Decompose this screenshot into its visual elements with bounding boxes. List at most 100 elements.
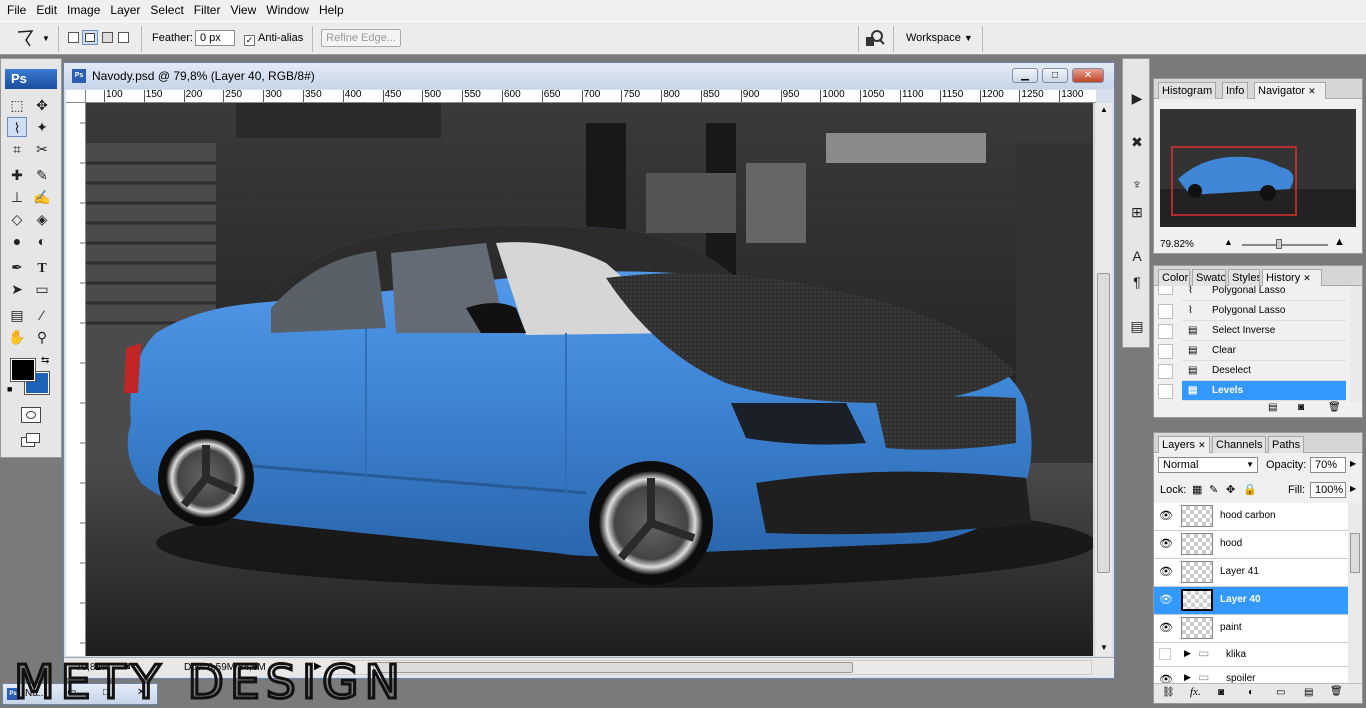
- vertical-scrollbar[interactable]: ▲ ▼: [1094, 103, 1112, 656]
- layers-scrollbar[interactable]: [1348, 503, 1362, 683]
- zoom-tool[interactable]: ⚲: [32, 327, 52, 347]
- tab-channels[interactable]: Channels: [1212, 436, 1266, 453]
- lock-all-icon[interactable]: 🔒: [1243, 483, 1257, 496]
- path-selection-tool[interactable]: ➤: [7, 279, 27, 299]
- layer-row-selected[interactable]: 👁 Layer 40: [1154, 587, 1348, 615]
- marquee-tool[interactable]: ⬚: [7, 95, 27, 115]
- zoom-out-icon[interactable]: ▲: [1224, 237, 1233, 247]
- selection-mode-new[interactable]: [68, 32, 79, 43]
- tab-histogram[interactable]: Histogram: [1158, 82, 1217, 99]
- eye-icon[interactable]: 👁: [1159, 593, 1173, 607]
- history-brush-tool[interactable]: ✍: [32, 187, 52, 207]
- selection-mode-add[interactable]: [82, 30, 98, 45]
- eye-icon[interactable]: 👁: [1159, 673, 1173, 683]
- actions-button[interactable]: ▶: [1126, 87, 1148, 109]
- crop-tool[interactable]: ⌗: [7, 139, 27, 159]
- selection-mode-subtract[interactable]: [102, 32, 113, 43]
- layers-scrollbar-thumb[interactable]: [1350, 533, 1360, 573]
- image-canvas[interactable]: [86, 103, 1093, 656]
- shape-tool[interactable]: ▭: [32, 279, 52, 299]
- history-snapshot-checkbox[interactable]: [1158, 384, 1173, 399]
- link-layers-icon[interactable]: ⛓: [1162, 687, 1175, 698]
- menu-file[interactable]: File: [2, 0, 31, 21]
- history-item[interactable]: ⌇ Polygonal Lasso: [1182, 301, 1346, 321]
- eye-icon[interactable]: 👁: [1159, 565, 1173, 579]
- tab-navigator[interactable]: Navigator ✕: [1254, 82, 1326, 99]
- layer-group-row[interactable]: ▶ ▭ klika: [1154, 643, 1348, 667]
- minimize-button[interactable]: ▁: [1012, 68, 1038, 83]
- menu-image[interactable]: Image: [62, 0, 105, 21]
- antialias-checkbox[interactable]: ✓ Anti-alias: [244, 30, 303, 46]
- tab-swatches[interactable]: Swatc: [1192, 269, 1226, 286]
- screen-mode-button[interactable]: [21, 433, 43, 449]
- visibility-box[interactable]: [1159, 648, 1171, 660]
- eyedropper-tool[interactable]: ⁄: [32, 305, 52, 325]
- history-item[interactable]: ▤ Clear: [1182, 341, 1346, 361]
- history-item-current[interactable]: ▤ Levels: [1182, 381, 1346, 401]
- magic-wand-tool[interactable]: ✦: [32, 117, 52, 137]
- snapshot-icon[interactable]: ◙: [1298, 402, 1304, 413]
- menu-filter[interactable]: Filter: [189, 0, 226, 21]
- stamp-tool[interactable]: ⊥: [7, 187, 27, 207]
- history-item[interactable]: ▤ Deselect: [1182, 361, 1346, 381]
- eye-icon[interactable]: 👁: [1159, 621, 1173, 635]
- new-group-icon[interactable]: ▭: [1276, 687, 1285, 698]
- trash-icon[interactable]: 🗑: [1330, 686, 1343, 697]
- horizontal-scrollbar[interactable]: [332, 660, 1092, 675]
- lock-pixels-icon[interactable]: ✎: [1209, 483, 1218, 496]
- tab-paths[interactable]: Paths: [1268, 436, 1304, 453]
- menu-edit[interactable]: Edit: [31, 0, 62, 21]
- notes-tool[interactable]: ▤: [7, 305, 27, 325]
- history-snapshot-checkbox[interactable]: [1158, 286, 1173, 295]
- menu-help[interactable]: Help: [314, 0, 349, 21]
- new-document-from-state-icon[interactable]: ▤: [1268, 402, 1277, 413]
- blur-tool[interactable]: ●: [7, 231, 27, 251]
- history-snapshot-checkbox[interactable]: [1158, 324, 1173, 339]
- tab-color[interactable]: Color: [1158, 269, 1190, 286]
- brushes-button[interactable]: ♆: [1126, 173, 1148, 195]
- eraser-tool[interactable]: ◇: [7, 209, 27, 229]
- swap-colors-icon[interactable]: ⇆: [41, 355, 49, 366]
- bridge-button[interactable]: [864, 29, 886, 49]
- tool-presets-button[interactable]: ✖: [1126, 131, 1148, 153]
- pen-tool[interactable]: ✒: [7, 257, 27, 277]
- blend-mode-select[interactable]: Normal ▼: [1158, 457, 1258, 473]
- move-tool[interactable]: ✥: [32, 95, 52, 115]
- scrollbar-thumb[interactable]: [1097, 273, 1110, 573]
- opacity-slider-icon[interactable]: ▶: [1350, 459, 1356, 468]
- document-titlebar[interactable]: Ps Navody.psd @ 79,8% (Layer 40, RGB/8#)…: [64, 63, 1114, 89]
- new-layer-icon[interactable]: ▤: [1304, 687, 1313, 698]
- navigator-preview[interactable]: [1160, 109, 1356, 227]
- character-button[interactable]: A: [1126, 245, 1148, 267]
- opacity-input[interactable]: 70%: [1310, 457, 1346, 473]
- expand-arrow-icon[interactable]: ▶: [1184, 648, 1191, 659]
- clone-source-button[interactable]: ⊞: [1126, 201, 1148, 223]
- fill-input[interactable]: 100%: [1310, 482, 1346, 498]
- expand-arrow-icon[interactable]: ▶: [1184, 672, 1191, 683]
- history-item[interactable]: ⌇ Polygonal Lasso: [1182, 286, 1346, 301]
- lasso-tool[interactable]: ⌇: [7, 117, 27, 137]
- default-colors-icon[interactable]: ■: [7, 384, 12, 394]
- adjustment-layer-icon[interactable]: ◐: [1248, 687, 1254, 698]
- tab-info[interactable]: Info: [1222, 82, 1249, 99]
- menu-view[interactable]: View: [225, 0, 261, 21]
- eye-icon[interactable]: 👁: [1159, 509, 1173, 523]
- history-snapshot-checkbox[interactable]: [1158, 344, 1173, 359]
- layer-mask-icon[interactable]: ◙: [1218, 687, 1224, 698]
- zoom-slider-thumb[interactable]: [1276, 239, 1282, 249]
- close-button[interactable]: ✕: [1072, 68, 1104, 83]
- fill-slider-icon[interactable]: ▶: [1350, 484, 1356, 493]
- menu-window[interactable]: Window: [261, 0, 314, 21]
- maximize-button[interactable]: □: [1042, 68, 1068, 83]
- brush-tool[interactable]: ✎: [32, 165, 52, 185]
- paragraph-button[interactable]: ¶: [1126, 271, 1148, 293]
- history-snapshot-checkbox[interactable]: [1158, 364, 1173, 379]
- workspace-menu[interactable]: Workspace ▼: [906, 30, 973, 46]
- lock-transparency-icon[interactable]: ▦: [1192, 483, 1202, 496]
- navigator-zoom[interactable]: 79.82%: [1160, 239, 1194, 250]
- layer-row[interactable]: 👁 Layer 41: [1154, 559, 1348, 587]
- layer-row[interactable]: 👁 hood: [1154, 531, 1348, 559]
- type-tool[interactable]: T: [32, 257, 52, 277]
- tab-history[interactable]: History ✕: [1262, 269, 1322, 286]
- refine-edge-button[interactable]: Refine Edge...: [321, 29, 401, 47]
